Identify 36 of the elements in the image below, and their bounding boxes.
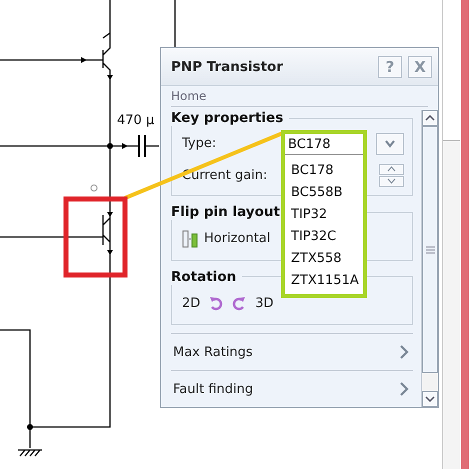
up-caret-icon: [387, 166, 396, 172]
group-heading: Key properties: [171, 110, 284, 126]
3d-option[interactable]: 3D: [255, 296, 274, 311]
decrement-button[interactable]: [379, 176, 404, 187]
down-caret-icon: [387, 178, 396, 184]
dropdown-option[interactable]: ZTX1151A: [285, 273, 363, 288]
breadcrumb-link[interactable]: Home: [171, 89, 206, 103]
dropdown-option[interactable]: ZTX558: [285, 251, 363, 266]
capacitor-label: 470 µ: [117, 113, 154, 128]
group-heading: Rotation: [171, 268, 238, 285]
horizontal-option[interactable]: Horizontal: [204, 231, 270, 246]
grip-icon: [426, 246, 434, 254]
section-row[interactable]: Fault finding: [171, 370, 413, 408]
scroll-thumb[interactable]: [422, 126, 438, 373]
scroll-up-button[interactable]: [422, 110, 438, 126]
dropdown-option[interactable]: BC178: [285, 163, 363, 178]
2d-option[interactable]: 2D: [182, 296, 200, 311]
dropdown-option[interactable]: TIP32: [285, 207, 363, 222]
dropdown-option[interactable]: BC558B: [285, 185, 363, 200]
up-caret-icon: [425, 115, 435, 121]
increment-button[interactable]: [379, 164, 404, 175]
rotate-left-icon[interactable]: [209, 295, 224, 312]
pin-layout-icon: [182, 230, 198, 248]
group-heading: Flip pin layout: [171, 204, 281, 220]
wire-line: [174, 0, 176, 47]
rotate-right-icon[interactable]: [232, 295, 246, 312]
dropdown-button[interactable]: [376, 132, 404, 155]
chevron-icon: [399, 382, 409, 396]
scroll-down-button[interactable]: [422, 391, 438, 407]
type-label: Type:: [182, 136, 216, 152]
section-row[interactable]: Max Ratings: [171, 333, 413, 370]
down-caret-icon: [425, 396, 435, 402]
panel-title: PNP Transistor: [171, 58, 284, 74]
dropdown-option[interactable]: TIP32C: [285, 229, 363, 244]
scrollbar[interactable]: [442, 0, 460, 469]
chevron-icon: [399, 345, 409, 360]
